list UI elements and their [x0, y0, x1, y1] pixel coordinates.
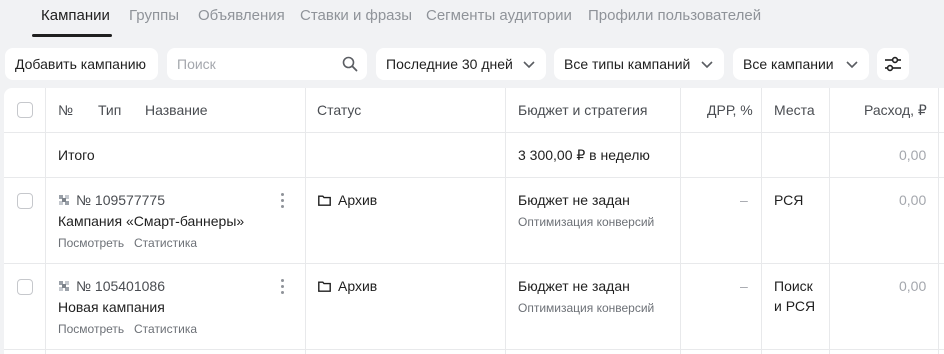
tab-user-profiles[interactable]: Профили пользователей [588, 7, 761, 24]
column-divider [45, 88, 46, 354]
campaign-number: № 105401086 [76, 278, 165, 294]
period-label: Последние 30 дней [386, 56, 513, 72]
campaigns-table: № Тип Название Статус Бюджет и стратегия… [4, 88, 944, 354]
places-text: РСЯ [774, 192, 804, 208]
search-placeholder: Поиск [177, 56, 216, 72]
header-spend[interactable]: Расход, ₽ [864, 102, 927, 119]
campaign-types-dropdown[interactable]: Все типы кампаний [554, 48, 724, 80]
folder-icon [318, 195, 331, 206]
smart-banner-icon [59, 195, 69, 205]
column-divider [761, 88, 762, 354]
chevron-down-icon [701, 61, 713, 69]
view-link[interactable]: Посмотреть [58, 236, 124, 250]
filter-settings-button[interactable] [877, 48, 909, 80]
spend-value: 0,00 [899, 192, 927, 208]
column-divider [829, 88, 830, 354]
active-tab-indicator [32, 34, 112, 37]
row-divider [4, 177, 944, 178]
row-checkbox[interactable] [17, 279, 33, 295]
tab-campaigns[interactable]: Кампании [41, 7, 110, 24]
chevron-down-icon [846, 61, 858, 69]
stats-link[interactable]: Статистика [134, 236, 197, 250]
tab-bids-and-phrases[interactable]: Ставки и фразы [300, 7, 412, 24]
header-budget[interactable]: Бюджет и стратегия [518, 102, 647, 118]
header-status[interactable]: Статус [317, 102, 361, 118]
spend-value: 0,00 [899, 278, 927, 294]
header-name[interactable]: Название [145, 102, 208, 118]
total-budget: 3 300,00 ₽ в неделю [518, 147, 650, 163]
drr-value: – [740, 192, 748, 208]
row-checkbox[interactable] [17, 193, 33, 209]
places-text: Поиск [774, 278, 813, 294]
status-text: Архив [338, 278, 378, 294]
search-input[interactable]: Поиск [167, 48, 367, 80]
strategy-text: Оптимизация конверсий [518, 215, 655, 229]
column-divider [505, 88, 506, 354]
header-type[interactable]: Тип [98, 102, 121, 118]
header-places[interactable]: Места [774, 102, 815, 118]
search-icon[interactable] [342, 56, 358, 72]
smart-banner-icon [59, 281, 69, 291]
tab-ads[interactable]: Объявления [198, 7, 285, 24]
column-divider [680, 88, 681, 354]
tab-groups[interactable]: Группы [129, 7, 179, 24]
campaign-name[interactable]: Новая кампания [58, 299, 165, 315]
strategy-text: Оптимизация конверсий [518, 301, 655, 315]
row-divider [4, 263, 944, 264]
period-dropdown[interactable]: Последние 30 дней [376, 48, 546, 80]
places-text-line2: и РСЯ [774, 298, 816, 314]
status-text: Архив [338, 192, 378, 208]
chevron-down-icon [523, 61, 535, 69]
campaign-name[interactable]: Кампания «Смарт-баннеры» [58, 213, 244, 229]
campaigns-filter-label: Все кампании [743, 56, 834, 72]
drr-value: – [740, 278, 748, 294]
budget-text: Бюджет не задан [518, 192, 630, 208]
stats-link[interactable]: Статистика [134, 322, 197, 336]
select-all-checkbox[interactable] [17, 102, 33, 118]
more-icon[interactable] [281, 279, 285, 295]
campaign-tabs: Кампании Группы Объявления Ставки и фраз… [0, 0, 944, 37]
column-divider [305, 88, 306, 354]
column-divider [938, 88, 939, 354]
campaign-types-label: Все типы кампаний [564, 56, 691, 72]
view-link[interactable]: Посмотреть [58, 322, 124, 336]
total-label: Итого [58, 147, 95, 163]
tab-audience-segments[interactable]: Сегменты аудитории [426, 7, 572, 24]
campaigns-filter-dropdown[interactable]: Все кампании [733, 48, 869, 80]
total-spend: 0,00 [899, 147, 927, 163]
campaign-number: № 109577775 [76, 192, 165, 208]
more-icon[interactable] [281, 193, 285, 209]
sliders-icon [885, 56, 901, 72]
header-number[interactable]: № [58, 102, 73, 118]
add-campaign-label: Добавить кампанию [15, 56, 147, 72]
folder-icon [318, 281, 331, 292]
budget-text: Бюджет не задан [518, 278, 630, 294]
row-divider [4, 349, 944, 350]
row-divider [4, 132, 944, 133]
add-campaign-button[interactable]: Добавить кампанию [5, 48, 158, 80]
header-drr[interactable]: ДРР, % [707, 102, 753, 118]
toolbar: Добавить кампанию Поиск Последние 30 дне… [0, 46, 944, 82]
